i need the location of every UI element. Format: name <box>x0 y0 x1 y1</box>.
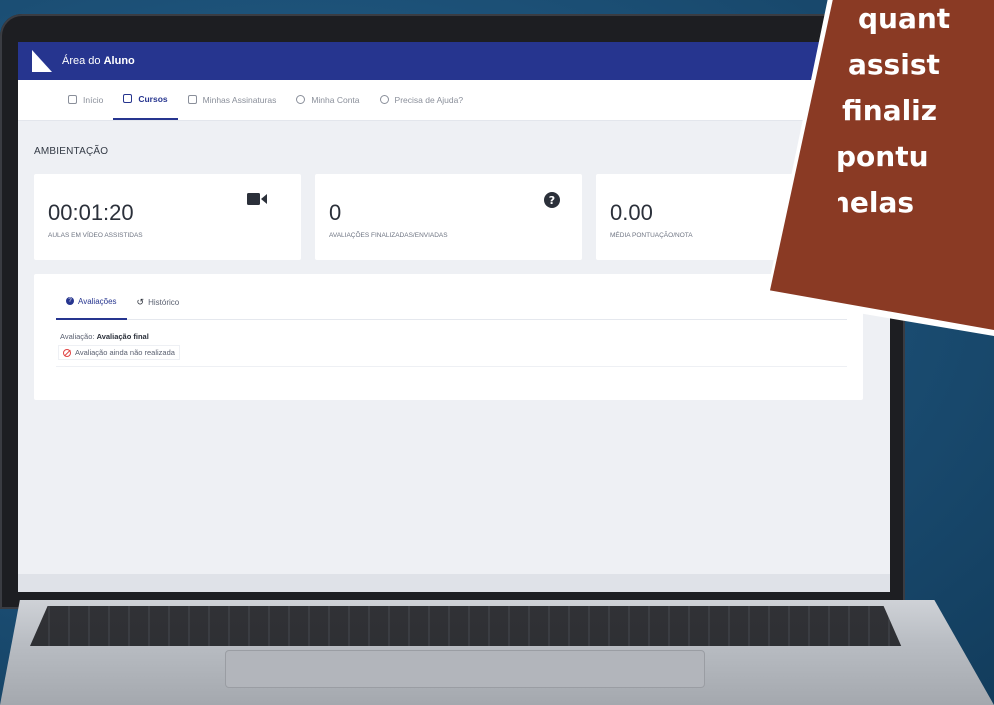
nav-item-assinaturas[interactable]: Minhas Assinaturas <box>178 79 287 120</box>
home-icon <box>68 95 77 104</box>
cart-icon <box>187 95 197 104</box>
footer-strip <box>18 574 890 592</box>
app-title-bold: Aluno <box>103 55 135 67</box>
user-icon <box>296 95 306 104</box>
logo-icon <box>32 50 52 72</box>
stat-card-avaliacoes: 0 AVALIAÇÕES FINALIZADAS/ENVIADAS ? <box>315 174 582 260</box>
promo-line: quant <box>858 2 951 35</box>
nav-item-label: Início <box>83 94 104 105</box>
assessment-title: Avaliação: Avaliação final <box>60 332 149 341</box>
tab-label: Histórico <box>148 297 180 307</box>
assessment-status-text: Avaliação ainda não realizada <box>75 348 175 357</box>
nav-item-label: Minha Conta <box>311 94 360 105</box>
assessment-panel: ? Avaliações ↺ Histórico Avaliação: Aval… <box>34 274 863 400</box>
nav-item-minha-conta[interactable]: Minha Conta <box>286 79 369 120</box>
stat-card-video: 00:01:20 AULAS EM VÍDEO ASSISTIDAS <box>34 174 301 260</box>
nav-item-label: Cursos <box>138 93 168 104</box>
history-icon: ↺ <box>136 296 145 307</box>
page-title: AMBIENTAÇÃO <box>34 146 109 157</box>
promo-text: quant assist finaliz pontu nelas <box>838 0 994 226</box>
tab-label: Avaliações <box>78 296 117 306</box>
book-icon <box>123 94 133 103</box>
tab-avaliacoes[interactable]: ? Avaliações <box>56 284 127 320</box>
nav-item-cursos[interactable]: Cursos <box>113 79 178 120</box>
stat-label: AVALIAÇÕES FINALIZADAS/ENVIADAS <box>329 232 448 239</box>
question-circle-icon: ? <box>544 192 560 208</box>
panel-divider <box>56 366 847 367</box>
video-icon <box>247 193 267 205</box>
panel-tabs: ? Avaliações ↺ Histórico <box>56 284 847 320</box>
question-circle-icon: ? <box>66 297 74 305</box>
nav-item-inicio[interactable]: Início <box>58 79 113 120</box>
ban-icon <box>63 348 71 357</box>
tab-historico[interactable]: ↺ Histórico <box>127 284 190 320</box>
nav-item-ajuda[interactable]: Precisa de Ajuda? <box>370 79 474 120</box>
main-nav: Início Cursos Minhas Assinaturas Minha C… <box>18 80 890 121</box>
nav-item-label: Precisa de Ajuda? <box>394 94 464 105</box>
laptop-keyboard <box>30 606 902 646</box>
assessment-status: Avaliação ainda não realizada <box>58 345 180 360</box>
assessment-prefix: Avaliação: <box>60 332 95 341</box>
promo-line: finaliz <box>842 94 938 127</box>
promo-line: nelas <box>838 186 915 219</box>
app-title: Área do Aluno <box>62 55 135 67</box>
promo-line: assist <box>848 48 940 81</box>
stats-row: 00:01:20 AULAS EM VÍDEO ASSISTIDAS 0 AVA… <box>34 174 863 260</box>
promo-line: pontu <box>838 140 929 173</box>
assessment-name: Avaliação final <box>96 332 149 341</box>
app-header: Área do Aluno Al <box>18 42 890 80</box>
laptop-screen: Área do Aluno Al Início Cursos Minhas As… <box>18 42 890 592</box>
help-icon <box>379 95 389 104</box>
nav-item-label: Minhas Assinaturas <box>202 94 277 105</box>
laptop-trackpad <box>225 650 705 688</box>
svg-text:?: ? <box>549 194 555 207</box>
app-title-prefix: Área do <box>62 55 101 67</box>
stat-label: AULAS EM VÍDEO ASSISTIDAS <box>48 232 143 239</box>
